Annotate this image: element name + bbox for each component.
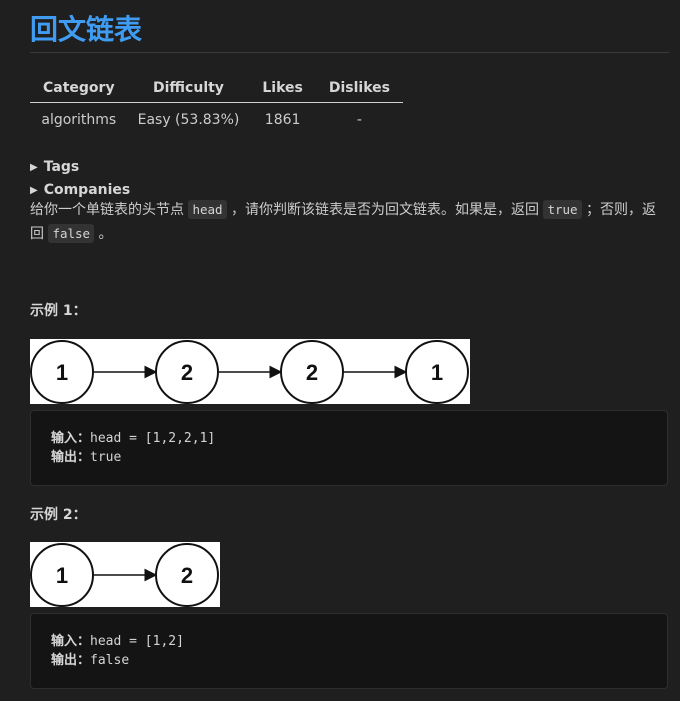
- node-value: 2: [181, 360, 193, 385]
- example-1-title: 示例 1：: [30, 303, 87, 319]
- likes-value: 1861: [264, 112, 301, 128]
- output-label: 输出：: [51, 450, 91, 465]
- table-row: algorithms Easy (53.83%) 1861 -: [30, 103, 403, 135]
- example-2-code-block: 输入：head = [1,2] 输出：false: [30, 613, 668, 689]
- example-1-linked-list-diagram: 1 2 2 1: [30, 339, 470, 404]
- problem-description: 给你一个单链表的头节点 head ，请你判断该链表是否为回文链表。如果是，返回 …: [30, 198, 669, 246]
- header-likes: Likes: [249, 76, 316, 103]
- triangle-right-icon: ▶: [30, 162, 38, 173]
- example-2-title: 示例 2：: [30, 507, 87, 523]
- node-value: 2: [306, 360, 318, 385]
- output-value: false: [90, 653, 130, 668]
- header-difficulty: Difficulty: [127, 76, 250, 103]
- node-value: 1: [56, 563, 68, 588]
- input-value: head = [1,2,2,1]: [90, 431, 216, 446]
- code-head: head: [188, 200, 227, 219]
- code-true: true: [543, 200, 582, 219]
- tags-toggle[interactable]: ▶ Tags: [30, 156, 669, 179]
- list-node: 2: [280, 340, 344, 404]
- node-value: 1: [56, 360, 68, 385]
- desc-text: 给你一个单链表的头节点: [30, 202, 189, 218]
- input-value: head = [1,2]: [90, 634, 184, 649]
- header-dislikes: Dislikes: [315, 76, 403, 103]
- desc-text: ，请你判断该链表是否为回文链表。如果是，返回: [226, 202, 544, 218]
- category-value: algorithms: [41, 112, 117, 128]
- problem-page: 回文链表 Category Difficulty Likes Dislikes …: [0, 0, 680, 689]
- list-node: 2: [155, 340, 219, 404]
- desc-text: 。: [94, 226, 113, 242]
- example-2-linked-list-diagram: 1 2: [30, 542, 220, 607]
- node-value: 1: [431, 360, 443, 385]
- output-label: 输出：: [51, 653, 91, 668]
- list-node: 2: [155, 543, 219, 607]
- dislikes-value: -: [356, 112, 362, 128]
- meta-table: Category Difficulty Likes Dislikes algor…: [30, 76, 403, 134]
- input-label: 输入：: [51, 431, 91, 446]
- input-label: 输入：: [51, 634, 91, 649]
- node-value: 2: [181, 563, 193, 588]
- list-node: 1: [405, 340, 469, 404]
- list-node: 1: [30, 543, 94, 607]
- meta-header-row: Category Difficulty Likes Dislikes: [30, 76, 403, 103]
- page-title: 回文链表: [30, 0, 669, 53]
- header-category: Category: [30, 76, 128, 103]
- example-1-code-block: 输入：head = [1,2,2,1] 输出：true: [30, 410, 668, 486]
- list-node: 1: [30, 340, 94, 404]
- code-false: false: [48, 224, 95, 243]
- tags-label: Tags: [43, 159, 80, 175]
- output-value: true: [90, 450, 122, 465]
- difficulty-value: Easy (53.83%): [137, 112, 240, 128]
